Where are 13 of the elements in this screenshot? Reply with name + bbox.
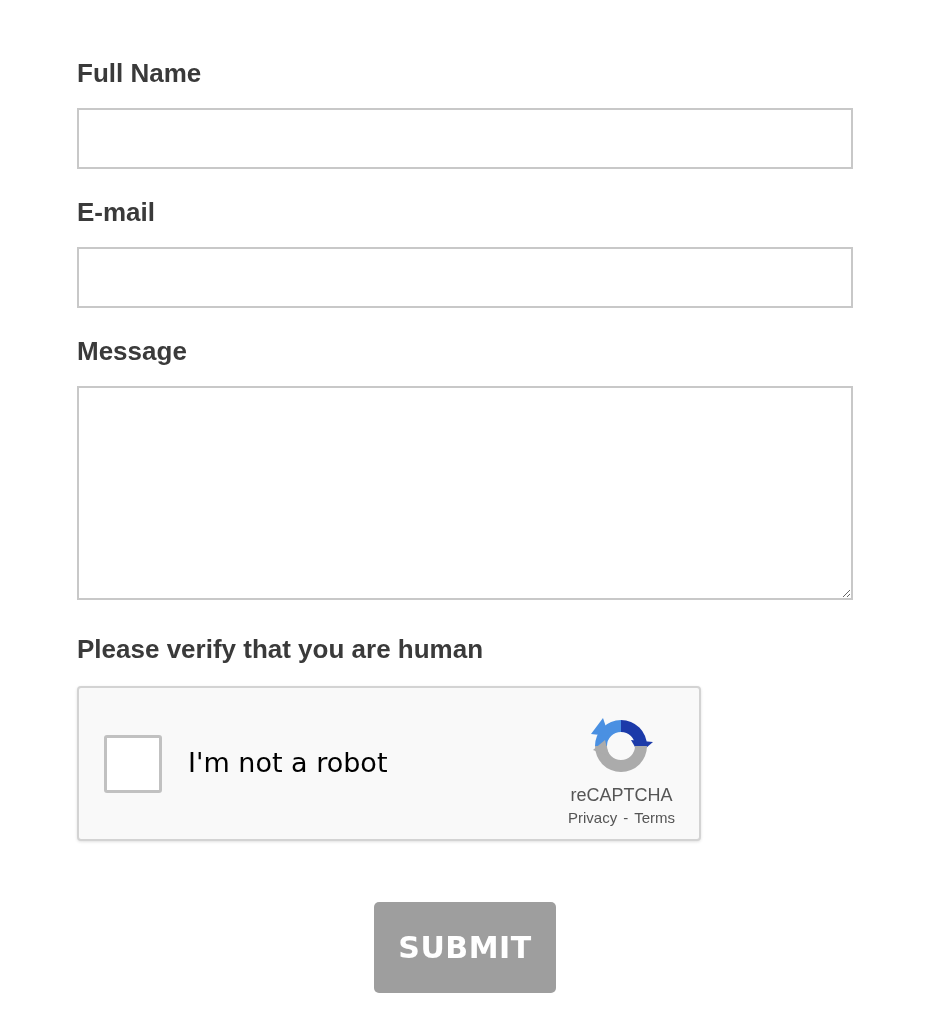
privacy-link[interactable]: Privacy	[567, 807, 618, 828]
recaptcha-brand: reCAPTCHA	[570, 783, 673, 806]
field-label: E-mail	[77, 197, 157, 227]
field-label: Full Name	[77, 58, 203, 88]
captcha-checkbox[interactable]	[104, 734, 162, 793]
verify-heading: Please verify that you are human	[77, 634, 485, 664]
text-field[interactable]	[77, 247, 853, 308]
link-separator: -	[623, 807, 629, 828]
field-label: Message	[77, 336, 188, 366]
terms-link[interactable]: Terms	[634, 807, 675, 828]
message-field[interactable]	[77, 386, 853, 600]
checkbox-label: I'm not a robot	[188, 746, 389, 781]
text-field[interactable]	[77, 108, 853, 169]
